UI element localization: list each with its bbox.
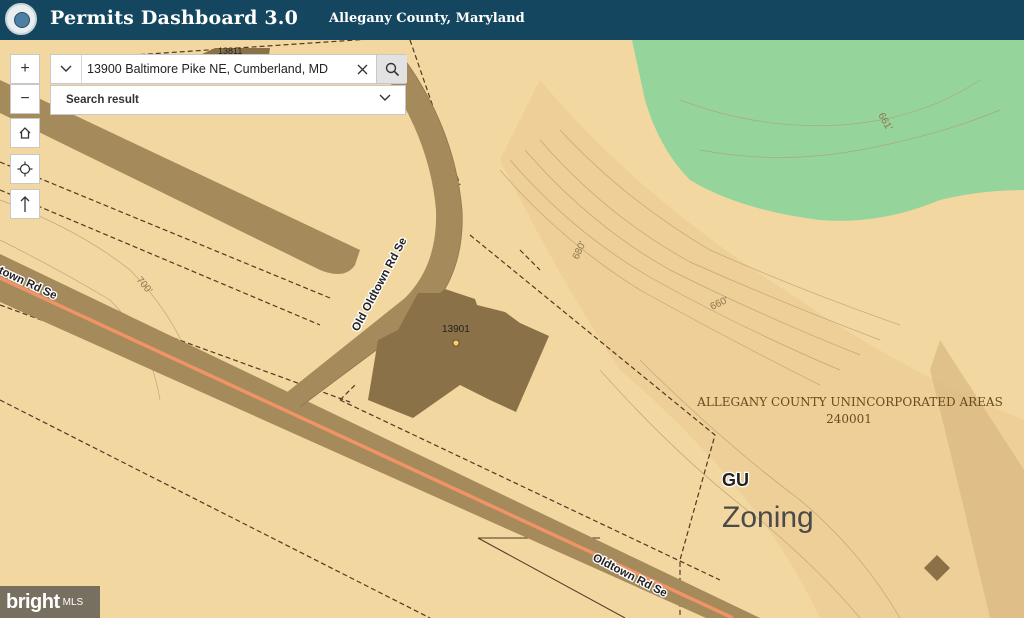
clear-search-button[interactable] bbox=[349, 55, 375, 83]
search-source-toggle[interactable] bbox=[51, 55, 82, 83]
chevron-down-icon bbox=[60, 65, 72, 72]
search-icon bbox=[385, 62, 399, 76]
watermark-suffix: MLS bbox=[62, 596, 84, 608]
close-icon bbox=[357, 64, 367, 74]
search-bar bbox=[50, 54, 407, 84]
district-name: ALLEGANY COUNTY UNINCORPORATED AREAS bbox=[696, 395, 1003, 409]
zoning-layer-label: Zoning bbox=[722, 501, 814, 534]
zoom-out-button[interactable]: − bbox=[10, 84, 40, 114]
mls-watermark: bright MLS bbox=[0, 586, 100, 618]
watermark-brand: bright bbox=[6, 590, 60, 613]
compass-arrow-icon bbox=[20, 196, 30, 212]
home-button[interactable] bbox=[10, 118, 40, 148]
locate-button[interactable] bbox=[10, 154, 40, 184]
county-seal-icon bbox=[5, 3, 37, 35]
zoning-code: GU bbox=[722, 470, 749, 490]
compass-button[interactable] bbox=[10, 189, 40, 219]
address-point bbox=[452, 339, 460, 347]
district-code: 240001 bbox=[826, 412, 872, 426]
county-name: Allegany County, Maryland bbox=[329, 11, 525, 26]
parcel-number-13901: 13901 bbox=[442, 324, 470, 335]
crosshair-icon bbox=[17, 161, 33, 177]
zoom-in-button[interactable]: + bbox=[10, 54, 40, 84]
chevron-down-icon[interactable] bbox=[379, 94, 391, 102]
search-button[interactable] bbox=[376, 55, 407, 83]
search-input[interactable] bbox=[87, 55, 349, 83]
map-view[interactable]: 661' 680' 660' 700' 13901 13811 town Rd … bbox=[0, 40, 1024, 618]
app-title: Permits Dashboard 3.0 bbox=[50, 7, 299, 29]
search-result-label: Search result bbox=[66, 94, 139, 106]
home-icon bbox=[19, 127, 31, 139]
search-result-panel[interactable]: Search result bbox=[50, 85, 406, 115]
app-header: Permits Dashboard 3.0 Allegany County, M… bbox=[0, 0, 1024, 40]
